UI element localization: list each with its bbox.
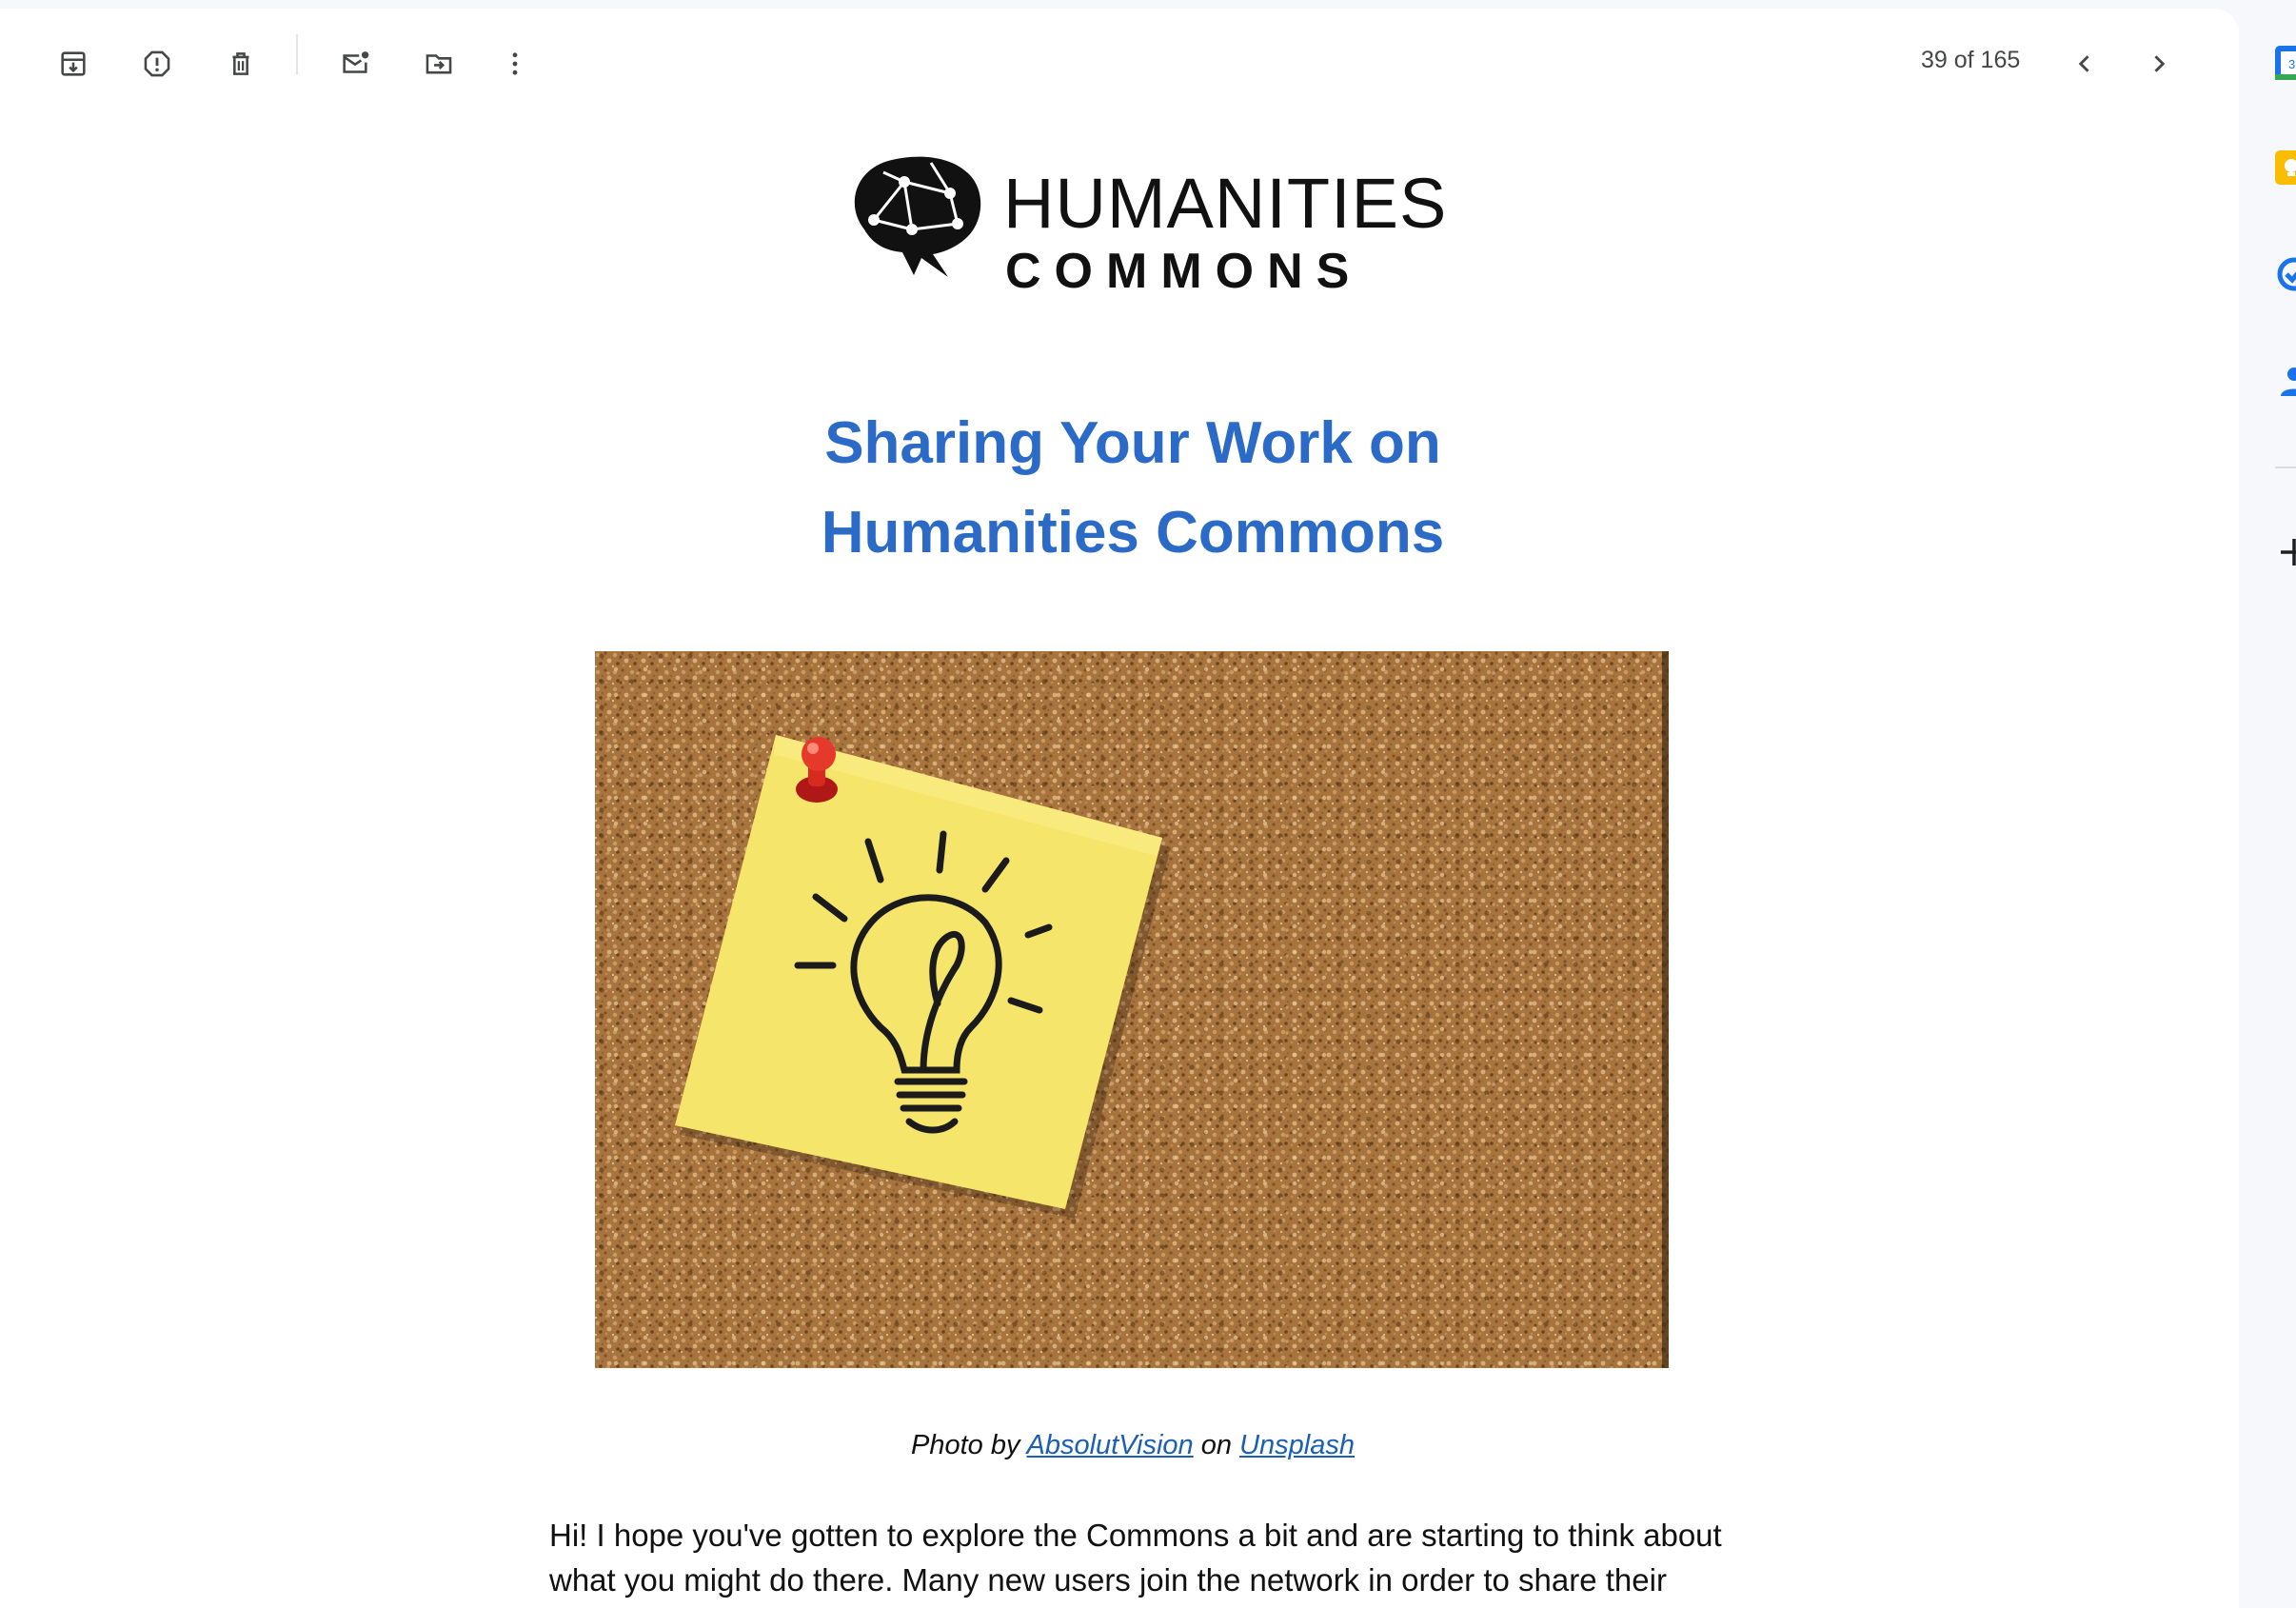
archive-button[interactable] (47, 37, 100, 90)
mark-unread-icon (343, 51, 369, 73)
move-to-button[interactable] (412, 37, 465, 90)
tasks-app-button[interactable] (2275, 255, 2296, 293)
photographer-link[interactable]: AbsolutVision (1026, 1430, 1193, 1460)
headline-line-2: Humanities Commons (821, 500, 1445, 566)
email-body-text: Hi! I hope you've gotten to explore the … (549, 1518, 1722, 1598)
side-rail-divider (2275, 467, 2296, 468)
contacts-icon (2281, 367, 2296, 396)
toolbar-divider (296, 34, 298, 74)
get-addons-button[interactable] (2275, 533, 2296, 571)
delete-button[interactable] (214, 37, 267, 90)
next-message-button[interactable] (2132, 37, 2186, 90)
keep-app-button[interactable] (2275, 149, 2296, 187)
more-options-button[interactable] (488, 37, 542, 90)
speech-bubble-network-icon (854, 156, 981, 277)
logo-wordmark-line1: HUMANITIES (1003, 164, 1448, 243)
headline-line-1: Sharing Your Work on (824, 410, 1441, 476)
unsplash-link[interactable]: Unsplash (1239, 1430, 1355, 1460)
email-reading-pane: 39 of 165 HUMANITIES COMMONS Sharing You… (0, 9, 2239, 1608)
report-spam-icon (144, 50, 170, 77)
add-icon (2281, 539, 2296, 566)
logo-wordmark-line2: COMMONS (1005, 244, 1363, 299)
previous-message-button[interactable] (2058, 37, 2111, 90)
report-spam-button[interactable] (130, 37, 184, 90)
message-counter: 39 of 165 (1921, 47, 2021, 73)
email-headline: Sharing Your Work on Humanities Commons (666, 399, 1599, 578)
caption-prefix: Photo by (911, 1430, 1020, 1460)
trash-icon (232, 52, 249, 75)
contacts-app-button[interactable] (2275, 362, 2296, 400)
humanities-commons-logo: HUMANITIES COMMONS (845, 149, 1446, 299)
chevron-right-icon (2154, 55, 2166, 72)
chevron-left-icon (2078, 55, 2089, 72)
move-to-icon (426, 54, 452, 74)
calendar-app-button[interactable]: 31 (2275, 44, 2296, 82)
photo-credit: Photo by AbsolutVision on Unsplash (666, 1430, 1599, 1461)
lightbulb-sticky-note-image (595, 651, 1669, 1368)
calendar-icon: 31 (2275, 46, 2296, 80)
caption-middle: on (1200, 1430, 1233, 1460)
keep-icon (2275, 150, 2296, 185)
svg-text:31: 31 (2288, 57, 2296, 71)
tasks-icon (2277, 257, 2296, 291)
archive-icon (61, 51, 86, 76)
mark-unread-button[interactable] (328, 37, 382, 90)
more-vert-icon (512, 52, 518, 75)
